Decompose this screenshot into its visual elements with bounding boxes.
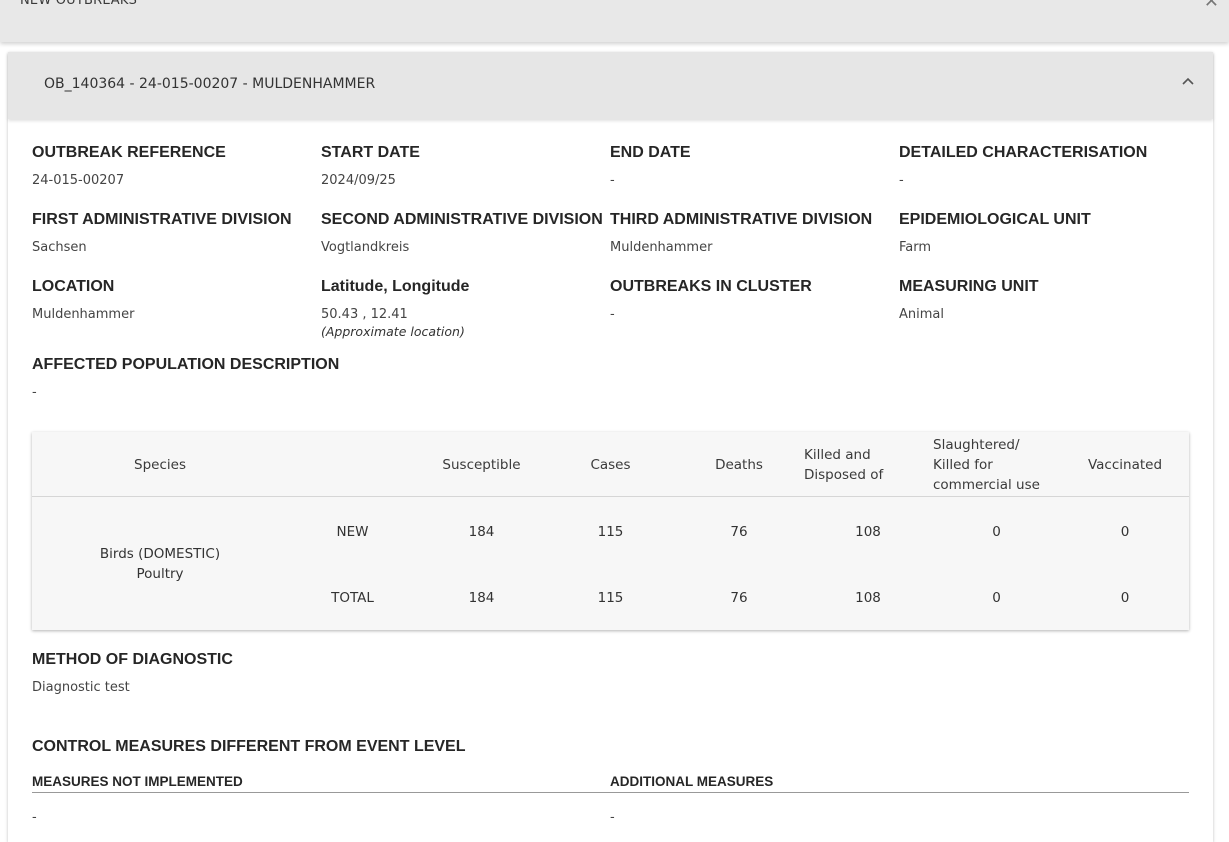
field-second-admin-division: SECOND ADMINISTRATIVE DIVISION Vogtlandk… xyxy=(321,211,603,255)
field-label: Latitude, Longitude xyxy=(321,278,470,295)
field-affected-population: AFFECTED POPULATION DESCRIPTION - xyxy=(32,356,339,400)
field-value: - xyxy=(32,385,37,400)
field-latitude-longitude: Latitude, Longitude 50.43 , 12.41 (Appro… xyxy=(321,278,469,339)
close-icon[interactable]: ✕ xyxy=(1204,0,1219,12)
outbreak-panel-title: OB_140364 - 24-015-00207 - MULDENHAMMER xyxy=(44,76,376,92)
header-deaths: Deaths xyxy=(715,457,763,473)
field-label: START DATE xyxy=(321,144,420,161)
field-detailed-characterisation: DETAILED CHARACTERISATION - xyxy=(899,144,1147,188)
field-label: EPIDEMIOLOGICAL UNIT xyxy=(899,211,1091,228)
field-value: Vogtlandkreis xyxy=(321,240,410,255)
field-value: 50.43 , 12.41 xyxy=(321,307,408,322)
field-third-admin-division: THIRD ADMINISTRATIVE DIVISION Muldenhamm… xyxy=(610,211,872,255)
header-slaughtered-line: Killed for xyxy=(933,457,993,473)
dialog-title: NEW OUTBREAKS xyxy=(20,0,138,8)
field-value: Sachsen xyxy=(32,240,87,255)
header-slaughtered-line: Slaughtered/ xyxy=(933,437,1020,453)
chevron-up-icon[interactable] xyxy=(1181,74,1195,88)
header-killed: Killed and Disposed of xyxy=(804,445,883,485)
dialog-header: NEW OUTBREAKS ✕ xyxy=(0,0,1229,42)
field-label: OUTBREAKS IN CLUSTER xyxy=(610,278,812,295)
field-label: DETAILED CHARACTERISATION xyxy=(899,144,1148,161)
header-susceptible: Susceptible xyxy=(442,457,521,473)
additional-measures-value: - xyxy=(610,810,615,825)
header-killed-line: Killed and xyxy=(804,447,871,463)
diagnostic-value: Diagnostic test xyxy=(32,680,130,695)
header-slaughtered: Slaughtered/ Killed for commercial use xyxy=(933,435,1040,495)
table-cell: 108 xyxy=(855,524,881,540)
species-table: Species Susceptible Cases Deaths Killed … xyxy=(32,432,1189,630)
field-value: - xyxy=(610,307,615,322)
row-type-total: TOTAL xyxy=(331,590,374,606)
table-cell: 108 xyxy=(855,590,881,606)
table-cell: 76 xyxy=(730,590,748,606)
additional-measures-label: ADDITIONAL MEASURES xyxy=(610,774,774,789)
divider xyxy=(32,792,1189,793)
diagnostic-label: METHOD OF DIAGNOSTIC xyxy=(32,651,233,668)
table-cell: 0 xyxy=(1120,524,1130,540)
approximate-location-note: (Approximate location) xyxy=(321,324,465,339)
outbreak-panel-header[interactable]: OB_140364 - 24-015-00207 - MULDENHAMMER xyxy=(8,52,1213,119)
field-measuring-unit: MEASURING UNIT Animal xyxy=(899,278,1039,322)
field-start-date: START DATE 2024/09/25 xyxy=(321,144,420,188)
field-label: THIRD ADMINISTRATIVE DIVISION xyxy=(610,211,873,228)
measures-not-implemented-value: - xyxy=(32,810,37,825)
header-species: Species xyxy=(134,457,186,473)
table-cell: 76 xyxy=(730,524,748,540)
table-cell: 0 xyxy=(992,590,1001,606)
field-label: MEASURING UNIT xyxy=(899,278,1039,295)
field-label: SECOND ADMINISTRATIVE DIVISION xyxy=(321,211,603,228)
measures-not-implemented-label: MEASURES NOT IMPLEMENTED xyxy=(32,774,243,789)
field-value: Muldenhammer xyxy=(32,307,135,322)
header-killed-line: Disposed of xyxy=(804,467,884,483)
field-value: - xyxy=(610,173,615,188)
table-cell: 0 xyxy=(992,524,1001,540)
table-cell: 184 xyxy=(468,524,495,540)
field-label: FIRST ADMINISTRATIVE DIVISION xyxy=(32,211,292,228)
table-cell: 0 xyxy=(1120,590,1130,606)
field-value: Muldenhammer xyxy=(610,240,713,255)
field-value: 24-015-00207 xyxy=(32,173,125,188)
field-outbreaks-in-cluster: OUTBREAKS IN CLUSTER - xyxy=(610,278,812,322)
table-cell: 184 xyxy=(468,590,495,606)
field-label: LOCATION xyxy=(32,278,115,295)
field-label: END DATE xyxy=(610,144,691,161)
header-slaughtered-line: commercial use xyxy=(933,477,1040,493)
species-cell: Birds (DOMESTIC) Poultry xyxy=(32,544,288,584)
header-cases: Cases xyxy=(590,457,631,473)
outbreak-panel: OB_140364 - 24-015-00207 - MULDENHAMMER … xyxy=(8,52,1213,842)
field-label: AFFECTED POPULATION DESCRIPTION xyxy=(32,356,340,373)
header-vaccinated: Vaccinated xyxy=(1087,457,1163,473)
species-name: Birds (DOMESTIC) xyxy=(99,546,221,562)
table-cell: 115 xyxy=(597,524,624,540)
field-label: OUTBREAK REFERENCE xyxy=(32,144,226,161)
field-first-admin-division: FIRST ADMINISTRATIVE DIVISION Sachsen xyxy=(32,211,292,255)
row-type-new: NEW xyxy=(336,524,369,540)
species-subtype: Poultry xyxy=(136,566,184,582)
field-end-date: END DATE - xyxy=(610,144,691,188)
field-value: Animal xyxy=(899,307,944,322)
table-cell: 115 xyxy=(597,590,624,606)
field-epidemiological-unit: EPIDEMIOLOGICAL UNIT Farm xyxy=(899,211,1091,255)
field-value: 2024/09/25 xyxy=(321,173,396,188)
control-measures-label: CONTROL MEASURES DIFFERENT FROM EVENT LE… xyxy=(32,738,466,755)
field-outbreak-reference: OUTBREAK REFERENCE 24-015-00207 xyxy=(32,144,226,188)
field-value: Farm xyxy=(899,240,932,255)
field-value: - xyxy=(899,173,904,188)
field-location: LOCATION Muldenhammer xyxy=(32,278,134,322)
